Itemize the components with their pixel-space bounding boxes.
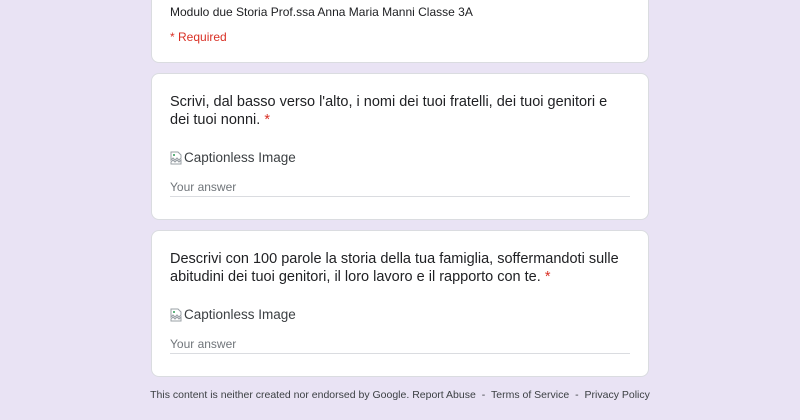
question-title-2: Descrivi con 100 parole la storia della … [170, 250, 630, 286]
privacy-policy-link[interactable]: Privacy Policy [585, 389, 650, 401]
question-image-1: Captionless Image [170, 150, 296, 165]
broken-image-icon [170, 151, 182, 165]
question-title-1: Scrivi, dal basso verso l'alto, i nomi d… [170, 93, 630, 129]
required-asterisk: * [264, 112, 270, 128]
image-alt-text: Captionless Image [184, 150, 296, 165]
question-text: Scrivi, dal basso verso l'alto, i nomi d… [170, 94, 608, 128]
question-card-2: Descrivi con 100 parole la storia della … [151, 230, 649, 377]
page-footer: This content is neither created nor endo… [0, 389, 800, 401]
question-image-2: Captionless Image [170, 307, 296, 322]
broken-image-icon [170, 308, 182, 322]
footer-separator: - [481, 389, 486, 401]
form-header-card: Modulo due Storia Prof.ssa Anna Maria Ma… [151, 0, 649, 63]
footer-disclaimer: This content is neither created nor endo… [150, 389, 410, 401]
terms-of-service-link[interactable]: Terms of Service [491, 389, 569, 401]
required-asterisk: * [544, 269, 551, 285]
image-alt-text: Captionless Image [184, 307, 296, 322]
question-card-1: Scrivi, dal basso verso l'alto, i nomi d… [151, 73, 649, 220]
report-abuse-link[interactable]: Report Abuse [412, 389, 476, 401]
question-text: Descrivi con 100 parole la storia della … [170, 251, 619, 285]
form-description: Modulo due Storia Prof.ssa Anna Maria Ma… [170, 5, 473, 19]
footer-separator: - [575, 389, 579, 401]
required-note: * Required [170, 30, 227, 44]
answer-input-2[interactable] [170, 335, 630, 354]
answer-input-1[interactable] [170, 178, 630, 197]
